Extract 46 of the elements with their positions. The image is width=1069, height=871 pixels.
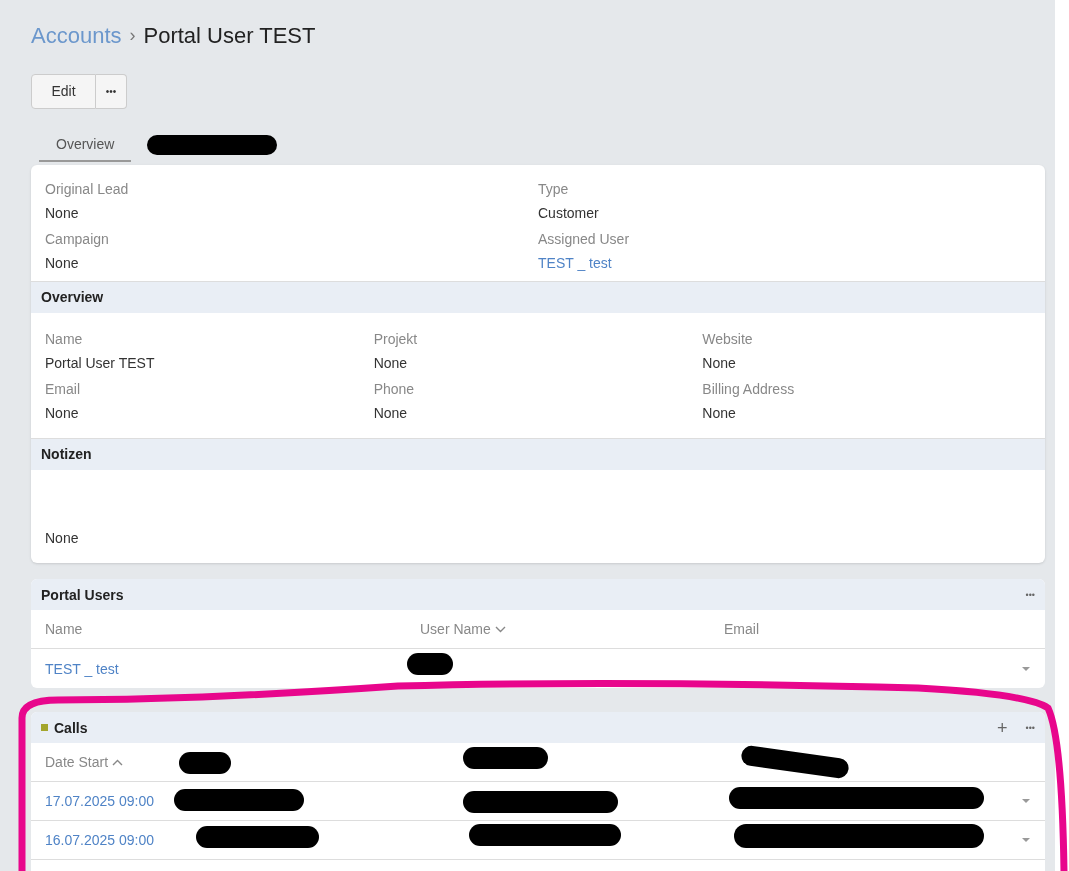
page-title: Portal User TEST: [143, 21, 316, 50]
field-value: Portal User TEST: [45, 355, 156, 371]
field-label: Email: [45, 381, 81, 397]
field-value: None: [373, 405, 409, 421]
section-header: Overview: [31, 282, 1045, 313]
field-label: Campaign: [45, 231, 110, 247]
field-label: Website: [702, 331, 754, 347]
panel-menu-button[interactable]: •••: [1025, 719, 1035, 736]
field-value: None: [45, 530, 80, 546]
field-label: Type: [538, 181, 570, 197]
field-label: Phone: [373, 381, 416, 397]
panel-title: Portal Users: [41, 586, 124, 603]
add-button[interactable]: +: [997, 718, 1008, 737]
field-value: None: [702, 355, 737, 371]
field-link[interactable]: TEST _ test: [538, 255, 612, 271]
breadcrumb-separator: ›: [129, 23, 136, 47]
column-header[interactable]: Name: [45, 621, 83, 637]
field-label: Assigned User: [538, 231, 631, 247]
call-date-link[interactable]: 17.07.2025 09:00: [45, 793, 154, 809]
more-button[interactable]: •••: [96, 74, 127, 109]
caret-icon[interactable]: [1021, 798, 1031, 804]
caret-icon[interactable]: [1021, 837, 1031, 843]
call-date-link[interactable]: 16.07.2025 09:00: [45, 832, 154, 848]
section-header: Notizen: [31, 439, 1045, 470]
breadcrumb-link[interactable]: Accounts: [31, 18, 122, 52]
tab[interactable]: Overview: [39, 129, 132, 162]
field-value: None: [702, 405, 737, 421]
redaction-mark: [407, 653, 453, 675]
field-label: Original Lead: [45, 181, 130, 197]
caret-icon[interactable]: [1021, 665, 1031, 672]
field-value: None: [45, 255, 79, 271]
edit-button[interactable]: Edit: [31, 74, 96, 109]
panel-menu-button[interactable]: •••: [1025, 586, 1035, 603]
panel-title: Calls: [54, 719, 88, 736]
field-value: None: [373, 355, 409, 371]
column-header[interactable]: Email: [724, 621, 759, 637]
field-label: Billing Address: [702, 381, 796, 397]
redaction-mark: [179, 752, 231, 774]
user-link[interactable]: TEST _ test: [45, 660, 119, 677]
column-header[interactable]: User Name: [420, 621, 491, 637]
field-label: Projekt: [373, 331, 419, 347]
field-value: Customer: [538, 205, 599, 221]
field-value: None: [45, 405, 80, 421]
column-header[interactable]: Date Start: [45, 754, 109, 770]
field-value: None: [45, 205, 79, 221]
field-label: Name: [45, 331, 84, 347]
